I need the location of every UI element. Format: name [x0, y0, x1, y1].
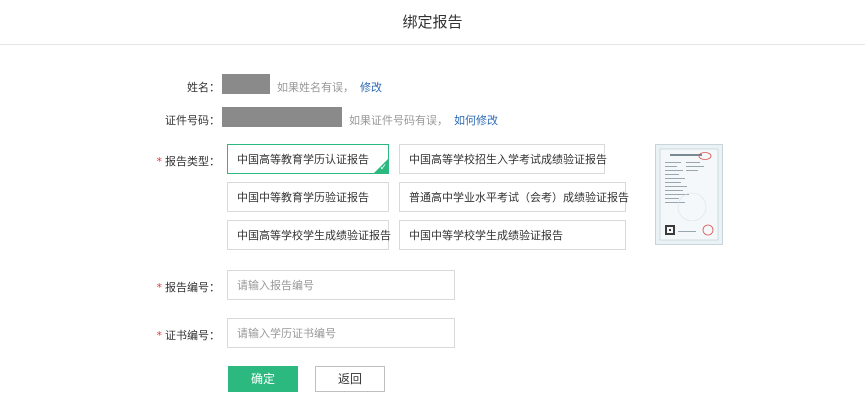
- option-label: 普通高中学业水平考试（会考）成绩验证报告: [409, 191, 629, 204]
- name-hint-text: 如果姓名有误，: [277, 81, 354, 94]
- name-value-masked: [222, 74, 270, 94]
- option-label: 中国高等学校学生成绩验证报告: [237, 229, 391, 242]
- report-type-option-5[interactable]: 中国高等学校学生成绩验证报告: [227, 220, 391, 250]
- report-type-option-2[interactable]: 中国高等学校招生入学考试成绩验证报告: [399, 144, 607, 174]
- report-no-label: * 报告编号：: [156, 281, 221, 294]
- report-type-option-3[interactable]: 中国中等教育学历验证报告: [227, 182, 389, 212]
- name-label: 姓名：: [187, 81, 220, 94]
- report-type-option-4[interactable]: 普通高中学业水平考试（会考）成绩验证报告: [399, 182, 629, 212]
- name-edit-link[interactable]: 修改: [360, 81, 382, 94]
- page-header: 绑定报告: [0, 0, 865, 45]
- report-no-input[interactable]: [227, 270, 455, 300]
- id-hint: 如果证件号码有误， 如何修改: [349, 112, 498, 128]
- check-icon: ✓: [379, 163, 387, 173]
- cert-no-label: * 证书编号：: [156, 329, 221, 342]
- report-type-option-1[interactable]: 中国高等教育学历认证报告 ✓: [227, 144, 389, 174]
- report-type-option-6[interactable]: 中国中等学校学生成绩验证报告: [399, 220, 626, 250]
- certificate-illustration: [659, 148, 719, 241]
- page-title: 绑定报告: [402, 13, 463, 31]
- option-label: 中国高等教育学历认证报告: [237, 153, 369, 166]
- confirm-button[interactable]: 确定: [228, 366, 298, 392]
- report-sample-image: [655, 144, 723, 245]
- cert-no-input[interactable]: [227, 318, 455, 348]
- id-label: 证件号码：: [165, 114, 220, 127]
- id-edit-link[interactable]: 如何修改: [454, 114, 498, 127]
- back-button[interactable]: 返回: [315, 366, 385, 392]
- name-hint: 如果姓名有误， 修改: [277, 79, 382, 95]
- id-value-masked: [222, 107, 342, 127]
- option-label: 中国高等学校招生入学考试成绩验证报告: [409, 153, 607, 166]
- report-type-label: * 报告类型：: [156, 155, 221, 168]
- id-hint-text: 如果证件号码有误，: [349, 114, 448, 127]
- option-label: 中国中等教育学历验证报告: [237, 191, 369, 204]
- option-label: 中国中等学校学生成绩验证报告: [409, 229, 563, 242]
